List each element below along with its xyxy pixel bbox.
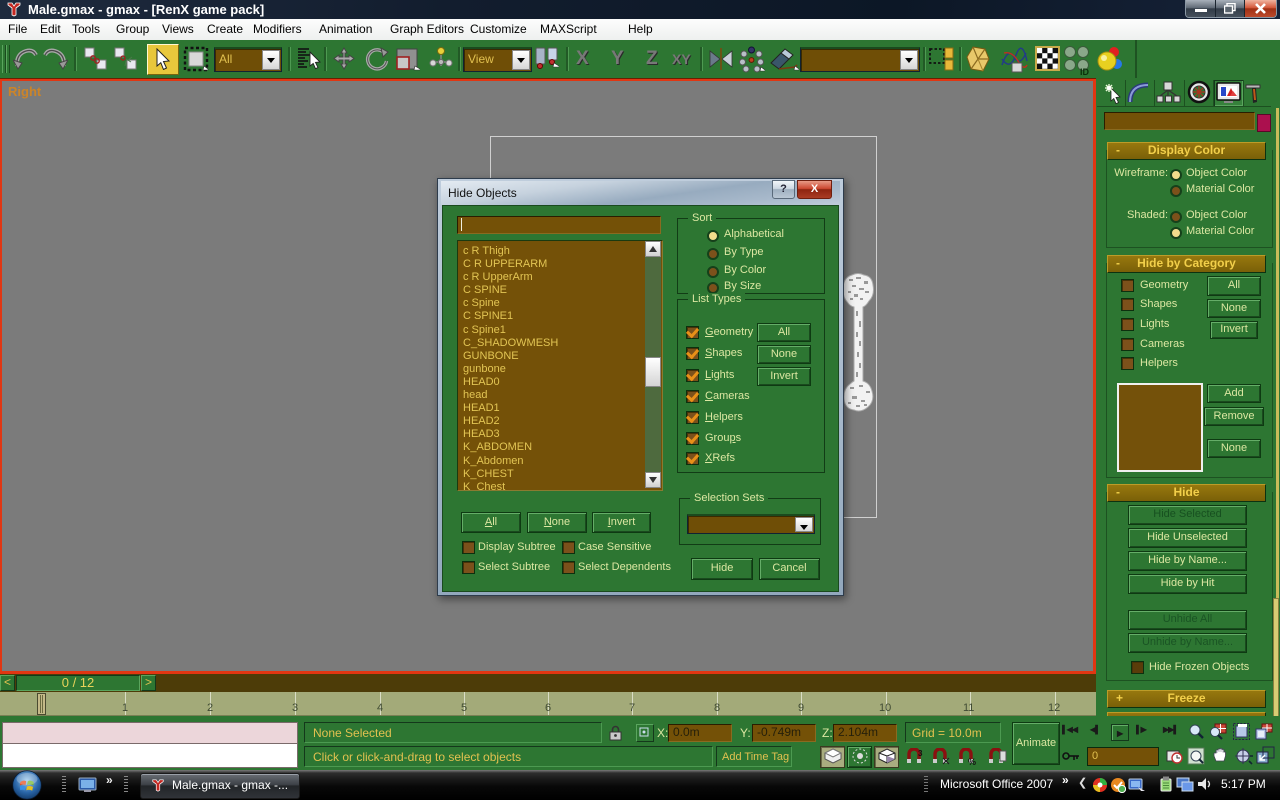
- svg-text:%: %: [968, 757, 976, 766]
- svg-text:ID: ID: [1080, 67, 1090, 75]
- svg-text:3: 3: [918, 749, 923, 758]
